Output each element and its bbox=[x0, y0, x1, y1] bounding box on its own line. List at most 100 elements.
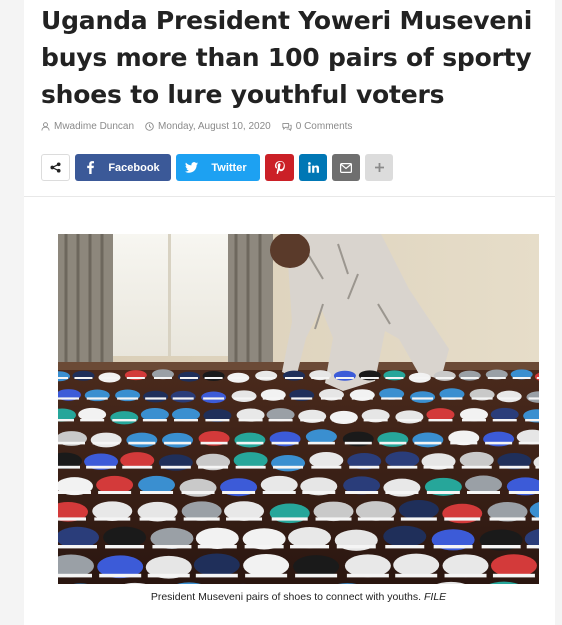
shoe-sole bbox=[58, 419, 74, 422]
shoe-sole bbox=[99, 573, 142, 578]
shoe-sole bbox=[262, 491, 296, 494]
shoe-sole bbox=[122, 465, 153, 469]
shoe-sole bbox=[426, 491, 460, 494]
share-bar: Facebook Twitter bbox=[41, 154, 398, 181]
shoe bbox=[490, 554, 537, 578]
author-meta[interactable]: Mwadime Duncan bbox=[41, 121, 134, 132]
shoe-sole bbox=[441, 397, 463, 400]
shoe-sole bbox=[195, 573, 238, 578]
shoe-sole bbox=[410, 377, 429, 379]
facebook-label: Facebook bbox=[108, 161, 160, 174]
shoe bbox=[103, 526, 147, 548]
linkedin-share-button[interactable] bbox=[299, 154, 327, 181]
shoe-sole bbox=[461, 419, 486, 422]
shoe-sole bbox=[508, 491, 539, 494]
comments-meta[interactable]: 0 Comments bbox=[282, 121, 353, 132]
article-title: Uganda President Yoweri Museveni buys mo… bbox=[41, 6, 533, 109]
shoe bbox=[458, 370, 481, 381]
shoe-sole bbox=[145, 397, 167, 400]
shoe-sole bbox=[181, 491, 215, 494]
shoe-sole bbox=[498, 397, 520, 400]
facebook-share-button[interactable]: Facebook bbox=[75, 154, 171, 181]
shoe bbox=[72, 370, 95, 381]
shoe-sole bbox=[58, 377, 68, 379]
shoe-sole bbox=[357, 517, 394, 521]
shoe-sole bbox=[444, 517, 481, 521]
shoe-sole bbox=[461, 465, 492, 469]
article-meta: Mwadime Duncan Monday, August 10, 2020 0… bbox=[41, 121, 363, 132]
shoe-sole bbox=[344, 441, 372, 445]
photo-caption: President Museveni pairs of shoes to con… bbox=[58, 591, 539, 603]
caption-text: President Museveni pairs of shoes to con… bbox=[150, 591, 422, 603]
shoe-sole bbox=[460, 377, 479, 379]
shoe bbox=[333, 370, 356, 381]
shoe bbox=[255, 370, 278, 381]
shoe-sole bbox=[311, 377, 330, 379]
shoe-sole bbox=[164, 441, 192, 445]
shoe bbox=[283, 370, 306, 381]
shoe-sole bbox=[205, 419, 230, 422]
shoe-sole bbox=[512, 377, 531, 379]
shoe-sole bbox=[360, 377, 379, 379]
shoe-sole bbox=[428, 419, 453, 422]
shoe bbox=[271, 454, 306, 472]
shoe-sole bbox=[271, 517, 308, 521]
shoe-sole bbox=[363, 419, 388, 422]
shoe bbox=[234, 432, 266, 448]
header-divider bbox=[24, 196, 555, 197]
shoe-sole bbox=[397, 419, 422, 422]
shoe-sole bbox=[302, 491, 336, 494]
shoe bbox=[231, 390, 257, 402]
shoe-sole bbox=[153, 377, 172, 379]
shoe-sole bbox=[80, 419, 105, 422]
shoe bbox=[177, 371, 200, 382]
shoe bbox=[398, 500, 439, 520]
shoe-sole bbox=[222, 491, 256, 494]
facebook-icon bbox=[86, 161, 94, 174]
email-share-button[interactable] bbox=[332, 154, 360, 181]
shoe bbox=[393, 553, 440, 577]
shoe-sole bbox=[142, 419, 167, 422]
linkedin-icon bbox=[307, 162, 319, 173]
shoe-sole bbox=[140, 491, 174, 494]
comments-count[interactable]: 0 Comments bbox=[296, 121, 353, 132]
shoe-sole bbox=[152, 545, 192, 549]
pinterest-share-button[interactable] bbox=[265, 154, 294, 181]
shoe bbox=[202, 370, 225, 381]
shoe-sole bbox=[235, 465, 266, 469]
shoe bbox=[329, 410, 358, 425]
shoe bbox=[464, 475, 502, 494]
shoe-sole bbox=[300, 419, 325, 422]
shoe-sole bbox=[381, 397, 403, 400]
shoe-sole bbox=[105, 545, 145, 549]
shoe-sole bbox=[58, 491, 91, 494]
shoe-sole bbox=[204, 377, 223, 379]
shoe-sole bbox=[173, 419, 198, 422]
shoe-sole bbox=[379, 441, 407, 445]
shoe bbox=[377, 432, 409, 447]
shoe bbox=[110, 411, 139, 425]
pinterest-icon bbox=[274, 161, 285, 174]
shoe-sole bbox=[385, 377, 404, 379]
shoe-sole bbox=[147, 573, 190, 578]
more-share-button[interactable] bbox=[365, 154, 393, 181]
shoe-sole bbox=[526, 545, 539, 549]
plus-icon bbox=[374, 163, 384, 172]
author-name[interactable]: Mwadime Duncan bbox=[54, 121, 134, 132]
shoe-sole bbox=[518, 441, 539, 445]
shoe-sole bbox=[58, 465, 80, 469]
shoe-sole bbox=[244, 545, 284, 549]
shoe-sole bbox=[349, 465, 380, 469]
shoe-sole bbox=[492, 419, 517, 422]
shoe bbox=[162, 432, 194, 448]
twitter-share-button[interactable]: Twitter bbox=[176, 154, 260, 181]
article-photo bbox=[58, 234, 539, 584]
shoe-sole bbox=[200, 441, 228, 445]
shoe-sole bbox=[444, 573, 487, 578]
shoe-sole bbox=[487, 377, 506, 379]
shoe bbox=[90, 432, 122, 448]
shoe-sole bbox=[139, 517, 176, 521]
shoe-sole bbox=[290, 545, 330, 549]
share-toggle-button[interactable] bbox=[41, 154, 70, 181]
shoe-sole bbox=[58, 397, 79, 400]
